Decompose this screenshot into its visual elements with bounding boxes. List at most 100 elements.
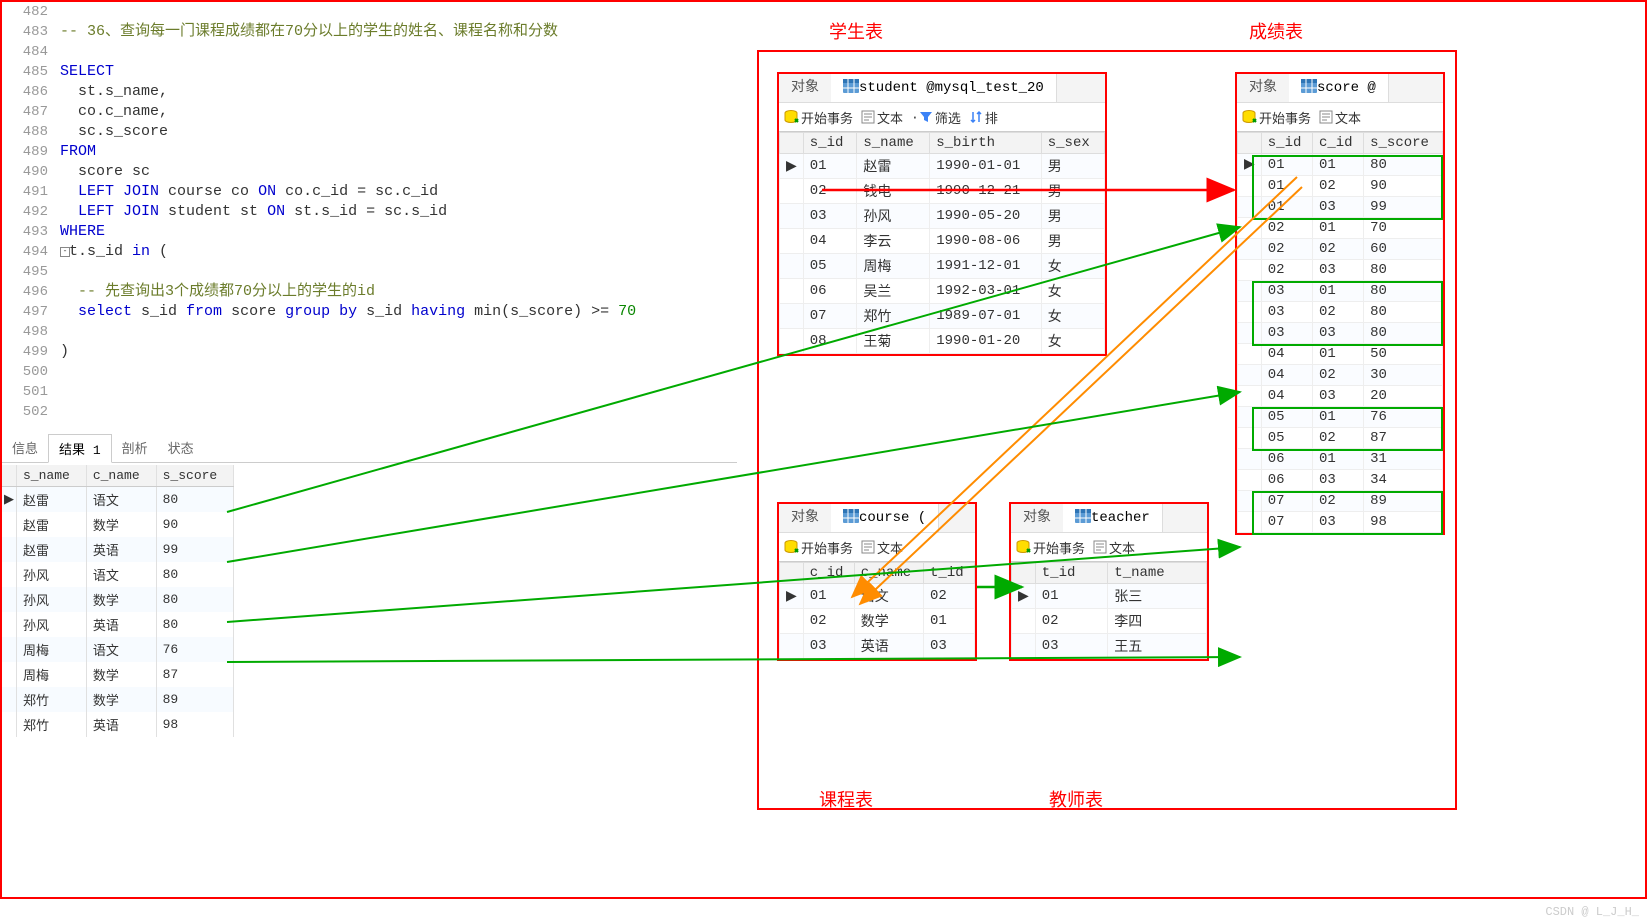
- table-row[interactable]: 060131: [1238, 449, 1443, 470]
- tab-status[interactable]: 状态: [158, 434, 204, 462]
- table-row[interactable]: ▶010180: [1238, 154, 1443, 176]
- table-row[interactable]: 赵雷数学90: [2, 512, 234, 537]
- table-row[interactable]: 030380: [1238, 323, 1443, 344]
- tab-info[interactable]: 信息: [2, 434, 48, 462]
- text-button[interactable]: 文本: [1319, 108, 1361, 127]
- table-row[interactable]: 03王五: [1012, 634, 1207, 659]
- table-row[interactable]: 010399: [1238, 197, 1443, 218]
- table-row[interactable]: 020170: [1238, 218, 1443, 239]
- column-header[interactable]: c_id: [803, 563, 854, 584]
- column-header[interactable]: s_id: [1261, 133, 1312, 154]
- code-line[interactable]: 502: [2, 402, 737, 422]
- table-row[interactable]: 08王菊1990-01-20女: [780, 329, 1105, 354]
- sort-button[interactable]: 排: [969, 108, 998, 127]
- code-line[interactable]: 499): [2, 342, 737, 362]
- code-line[interactable]: 497 select s_id from score group by s_id…: [2, 302, 737, 322]
- column-header[interactable]: s_score: [1364, 133, 1443, 154]
- code-line[interactable]: 496 -- 先查询出3个成绩都70分以上的学生的id: [2, 282, 737, 302]
- table-row[interactable]: 孙风语文80: [2, 562, 234, 587]
- code-line[interactable]: 485SELECT: [2, 62, 737, 82]
- table-row[interactable]: ▶01语文02: [780, 584, 975, 609]
- column-header[interactable]: s_score: [156, 465, 234, 487]
- table-row[interactable]: 周梅数学87: [2, 662, 234, 687]
- column-header[interactable]: c_name: [854, 563, 923, 584]
- tab-table[interactable]: teacher: [1063, 504, 1163, 532]
- table-row[interactable]: 孙风英语80: [2, 612, 234, 637]
- table-row[interactable]: 070289: [1238, 491, 1443, 512]
- code-line[interactable]: 492 LEFT JOIN student st ON st.s_id = sc…: [2, 202, 737, 222]
- column-header[interactable]: s_birth: [930, 133, 1042, 154]
- table-row[interactable]: ▶01张三: [1012, 584, 1207, 609]
- column-header[interactable]: t_id: [1035, 563, 1108, 584]
- column-header[interactable]: c_name: [86, 465, 156, 487]
- table-row[interactable]: 030280: [1238, 302, 1443, 323]
- begin-transaction-button[interactable]: 开始事务: [783, 108, 853, 127]
- column-header[interactable]: t_name: [1108, 563, 1207, 584]
- text-button[interactable]: 文本: [1093, 538, 1135, 557]
- data-grid[interactable]: c_idc_namet_id▶01语文0202数学0103英语03: [779, 562, 975, 659]
- result-grid[interactable]: s_namec_names_score▶赵雷语文80赵雷数学90赵雷英语99孙风…: [2, 465, 234, 737]
- table-row[interactable]: 050176: [1238, 407, 1443, 428]
- code-line[interactable]: 498: [2, 322, 737, 342]
- table-row[interactable]: 05周梅1991-12-01女: [780, 254, 1105, 279]
- tab-object[interactable]: 对象: [779, 504, 831, 532]
- table-row[interactable]: ▶01赵雷1990-01-01男: [780, 154, 1105, 179]
- code-line[interactable]: 487 co.c_name,: [2, 102, 737, 122]
- tab-table[interactable]: student @mysql_test_20: [831, 74, 1057, 102]
- tab-object[interactable]: 对象: [1011, 504, 1063, 532]
- table-row[interactable]: 03孙风1990-05-20男: [780, 204, 1105, 229]
- table-row[interactable]: 04李云1990-08-06男: [780, 229, 1105, 254]
- table-row[interactable]: 060334: [1238, 470, 1443, 491]
- table-row[interactable]: 070398: [1238, 512, 1443, 533]
- table-row[interactable]: 郑竹英语98: [2, 712, 234, 737]
- filter-button[interactable]: · 筛选: [911, 108, 961, 127]
- tab-table[interactable]: score @: [1289, 74, 1389, 102]
- table-row[interactable]: 040230: [1238, 365, 1443, 386]
- table-row[interactable]: 赵雷英语99: [2, 537, 234, 562]
- table-row[interactable]: 02数学01: [780, 609, 975, 634]
- code-line[interactable]: 484: [2, 42, 737, 62]
- table-row[interactable]: 07郑竹1989-07-01女: [780, 304, 1105, 329]
- code-line[interactable]: 490 score sc: [2, 162, 737, 182]
- table-row[interactable]: 孙风数学80: [2, 587, 234, 612]
- column-header[interactable]: s_sex: [1041, 133, 1104, 154]
- code-line[interactable]: 491 LEFT JOIN course co ON co.c_id = sc.…: [2, 182, 737, 202]
- tab-parse[interactable]: 剖析: [112, 434, 158, 462]
- sql-editor[interactable]: 482483-- 36、查询每一门课程成绩都在70分以上的学生的姓名、课程名称和…: [2, 2, 737, 422]
- column-header[interactable]: c_id: [1312, 133, 1363, 154]
- table-row[interactable]: 02钱电1990-12-21男: [780, 179, 1105, 204]
- table-row[interactable]: 06吴兰1992-03-01女: [780, 279, 1105, 304]
- code-line[interactable]: 483-- 36、查询每一门课程成绩都在70分以上的学生的姓名、课程名称和分数: [2, 22, 737, 42]
- begin-transaction-button[interactable]: 开始事务: [783, 538, 853, 557]
- column-header[interactable]: s_id: [803, 133, 857, 154]
- data-grid[interactable]: s_ids_names_births_sex▶01赵雷1990-01-01男02…: [779, 132, 1105, 354]
- table-row[interactable]: 03英语03: [780, 634, 975, 659]
- text-button[interactable]: 文本: [861, 538, 903, 557]
- table-row[interactable]: 010290: [1238, 176, 1443, 197]
- code-line[interactable]: 489FROM: [2, 142, 737, 162]
- code-line[interactable]: 501: [2, 382, 737, 402]
- code-line[interactable]: 495: [2, 262, 737, 282]
- table-row[interactable]: 02李四: [1012, 609, 1207, 634]
- code-line[interactable]: 494st.s_id in (: [2, 242, 737, 262]
- table-row[interactable]: 050287: [1238, 428, 1443, 449]
- column-header[interactable]: t_id: [924, 563, 975, 584]
- tab-result1[interactable]: 结果 1: [48, 434, 112, 463]
- code-line[interactable]: 493WHERE: [2, 222, 737, 242]
- tab-object[interactable]: 对象: [779, 74, 831, 102]
- code-line[interactable]: 482: [2, 2, 737, 22]
- tab-object[interactable]: 对象: [1237, 74, 1289, 102]
- table-row[interactable]: 040150: [1238, 344, 1443, 365]
- code-line[interactable]: 488 sc.s_score: [2, 122, 737, 142]
- table-row[interactable]: 030180: [1238, 281, 1443, 302]
- code-line[interactable]: 486 st.s_name,: [2, 82, 737, 102]
- table-row[interactable]: 020380: [1238, 260, 1443, 281]
- table-row[interactable]: 郑竹数学89: [2, 687, 234, 712]
- code-line[interactable]: 500: [2, 362, 737, 382]
- column-header[interactable]: s_name: [17, 465, 87, 487]
- table-row[interactable]: 040320: [1238, 386, 1443, 407]
- text-button[interactable]: 文本: [861, 108, 903, 127]
- begin-transaction-button[interactable]: 开始事务: [1015, 538, 1085, 557]
- data-grid[interactable]: s_idc_ids_score▶010180010290010399020170…: [1237, 132, 1443, 533]
- data-grid[interactable]: t_idt_name▶01张三02李四03王五: [1011, 562, 1207, 659]
